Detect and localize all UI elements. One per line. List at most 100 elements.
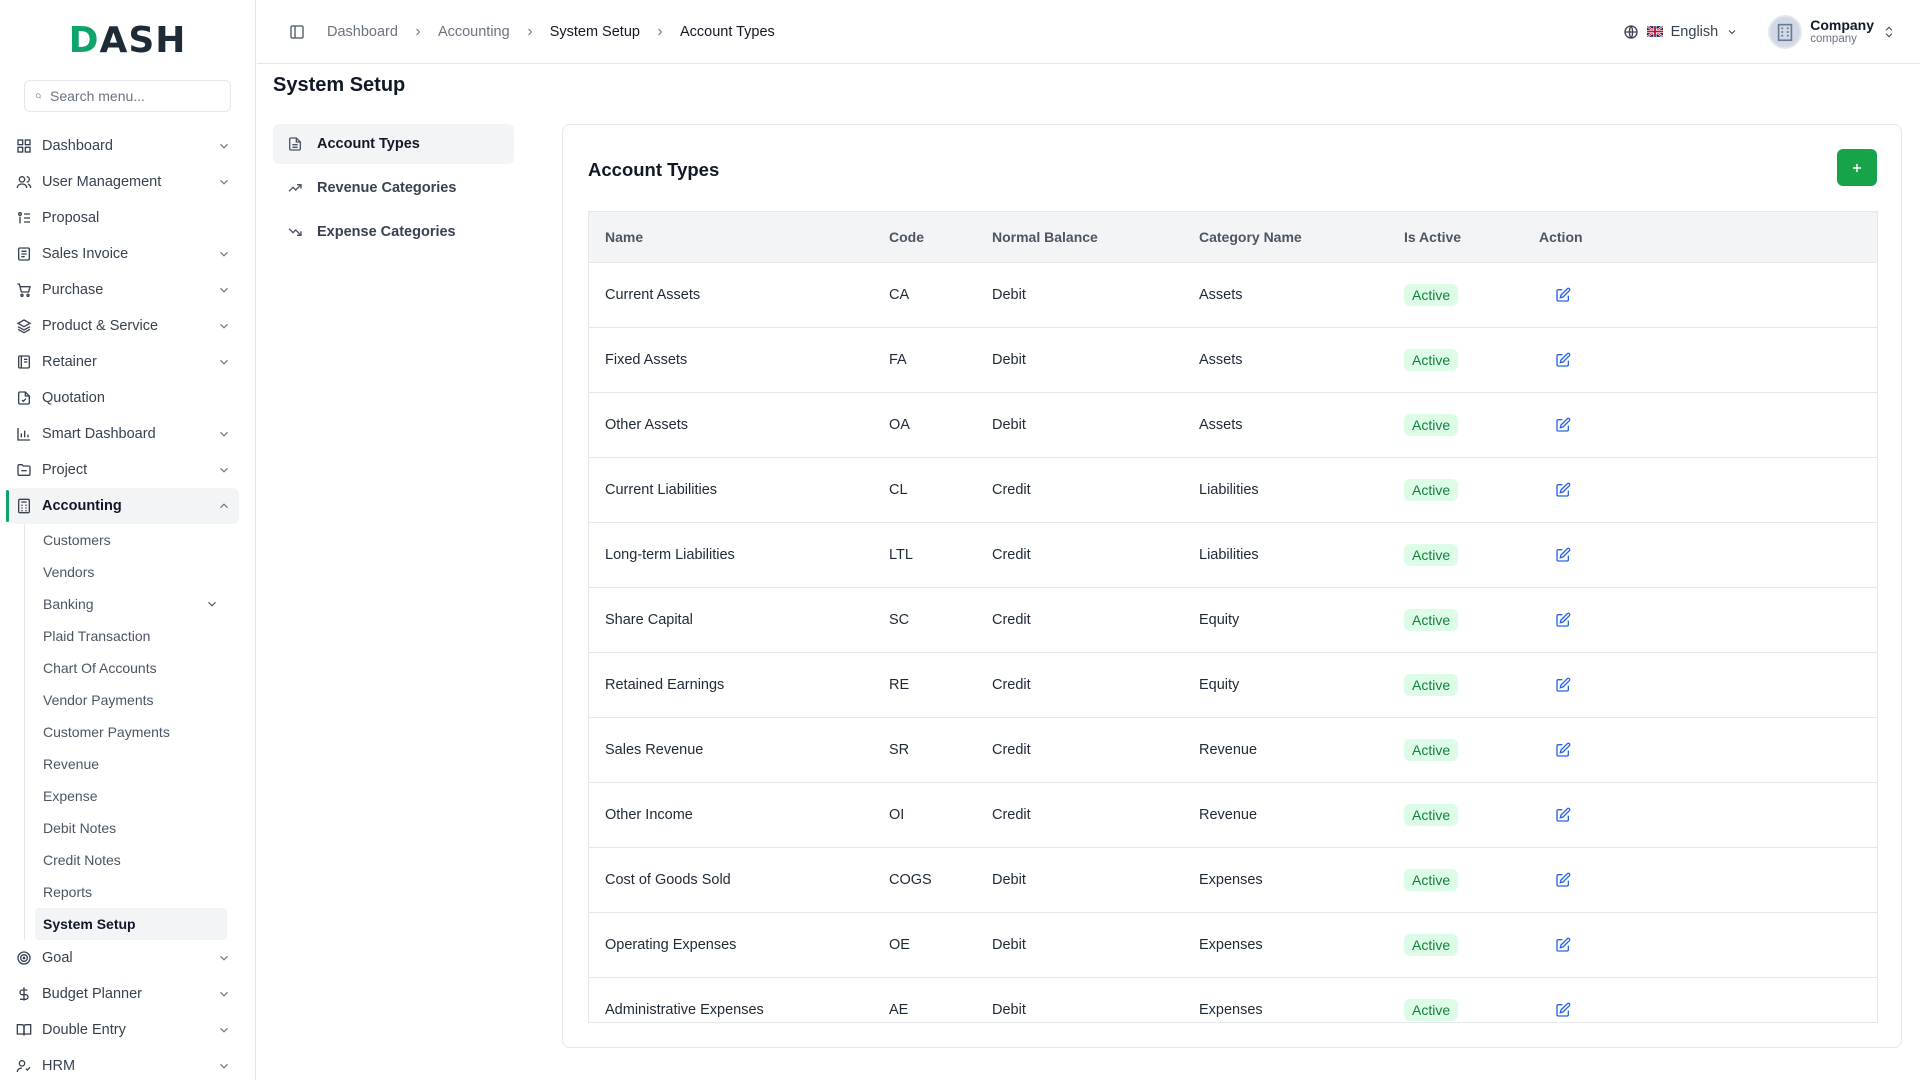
status-badge: Active — [1404, 478, 1459, 501]
breadcrumb-accounting[interactable]: Accounting — [438, 24, 510, 40]
sidebar-item-product-service[interactable]: Product & Service — [8, 308, 239, 344]
edit-icon[interactable] — [1555, 482, 1571, 498]
table-header-row: Name Code Normal Balance Category Name I… — [589, 212, 1877, 263]
table-row: Sales Revenue SR Credit Revenue Active — [589, 717, 1877, 783]
add-account-type-button[interactable] — [1837, 149, 1877, 186]
setup-item-expense-categories[interactable]: Expense Categories — [273, 212, 514, 252]
sidebar-item-label: Accounting — [42, 498, 122, 514]
sidebar-item-accounting[interactable]: Accounting — [6, 488, 239, 524]
breadcrumb-system-setup[interactable]: System Setup — [550, 24, 640, 40]
submenu-item-expense[interactable]: Expense — [35, 780, 227, 812]
table-row: Retained Earnings RE Credit Equity Activ… — [589, 652, 1877, 718]
submenu-item-vendors[interactable]: Vendors — [35, 556, 227, 588]
sidebar-item-user-management[interactable]: User Management — [8, 164, 239, 200]
chevron-down-icon — [220, 431, 228, 437]
submenu-item-vendor-payments[interactable]: Vendor Payments — [35, 684, 227, 716]
edit-icon[interactable] — [1555, 937, 1571, 953]
edit-icon[interactable] — [1555, 417, 1571, 433]
chevron-down-icon — [220, 287, 228, 293]
submenu-item-chart-of-accounts[interactable]: Chart Of Accounts — [35, 652, 227, 684]
edit-icon[interactable] — [1555, 612, 1571, 628]
edit-icon[interactable] — [1555, 742, 1571, 758]
chevron-down-icon — [220, 467, 228, 473]
column-header-code[interactable]: Code — [873, 212, 976, 263]
logo[interactable]: DASH — [0, 0, 255, 80]
accounting-submenu: Customers Vendors Banking Plaid Transact… — [24, 524, 239, 940]
company-role: company — [1810, 32, 1857, 45]
sidebar-item-purchase[interactable]: Purchase — [8, 272, 239, 308]
edit-icon[interactable] — [1555, 547, 1571, 563]
setup-item-account-types[interactable]: Account Types — [273, 124, 514, 164]
table-row: Long-term Liabilities LTL Credit Liabili… — [589, 522, 1877, 588]
sidebar-item-label: Sales Invoice — [42, 246, 129, 262]
sidebar-item-budget-planner[interactable]: Budget Planner — [8, 976, 239, 1012]
language-selector[interactable]: English — [1623, 24, 1739, 40]
cell-category-name: Assets — [1183, 262, 1388, 328]
cell-normal-balance: Credit — [976, 782, 1183, 848]
sidebar-toggle-button[interactable] — [281, 16, 313, 48]
submenu-item-label: Revenue — [43, 756, 100, 772]
sidebar-item-retainer[interactable]: Retainer — [8, 344, 239, 380]
table-row: Current Assets CA Debit Assets Active — [589, 262, 1877, 328]
search-input[interactable] — [50, 88, 220, 104]
sidebar-item-hrm[interactable]: HRM — [8, 1048, 239, 1080]
cell-normal-balance: Debit — [976, 327, 1183, 393]
cell-category-name: Expenses — [1183, 847, 1388, 913]
edit-icon[interactable] — [1555, 1002, 1571, 1018]
grid-icon — [17, 139, 31, 153]
edit-icon[interactable] — [1555, 287, 1571, 303]
cell-code: FA — [873, 327, 976, 393]
submenu-item-label: Credit Notes — [43, 852, 121, 868]
submenu-item-debit-notes[interactable]: Debit Notes — [35, 812, 227, 844]
edit-icon[interactable] — [1555, 872, 1571, 888]
column-header-is-active[interactable]: Is Active — [1388, 212, 1523, 263]
column-header-normal-balance[interactable]: Normal Balance — [976, 212, 1183, 263]
sidebar-item-smart-dashboard[interactable]: Smart Dashboard — [8, 416, 239, 452]
cell-name: Sales Revenue — [589, 717, 873, 783]
chevron-down-icon — [220, 1063, 228, 1069]
submenu-item-customers[interactable]: Customers — [35, 524, 227, 556]
sidebar-item-quotation[interactable]: Quotation — [8, 380, 239, 416]
submenu-item-customer-payments[interactable]: Customer Payments — [35, 716, 227, 748]
sidebar-item-label: Purchase — [42, 282, 104, 298]
column-header-category-name[interactable]: Category Name — [1183, 212, 1388, 263]
sidebar-item-sales-invoice[interactable]: Sales Invoice — [8, 236, 239, 272]
sidebar-item-dashboard[interactable]: Dashboard — [8, 128, 239, 164]
account-type-code: COGS — [889, 871, 932, 888]
submenu-item-revenue[interactable]: Revenue — [35, 748, 227, 780]
sidebar-item-project[interactable]: Project — [8, 452, 239, 488]
submenu-item-plaid-transaction[interactable]: Plaid Transaction — [35, 620, 227, 652]
column-header-name[interactable]: Name — [589, 212, 873, 263]
breadcrumb-dashboard[interactable]: Dashboard — [327, 24, 398, 40]
account-type-name: Long-term Liabilities — [605, 546, 735, 563]
folder-icon — [17, 464, 31, 476]
sidebar-item-label: Smart Dashboard — [42, 426, 156, 442]
submenu-item-reports[interactable]: Reports — [35, 876, 227, 908]
chevron-down-icon — [220, 359, 228, 365]
cell-normal-balance: Credit — [976, 522, 1183, 588]
cell-category-name: Expenses — [1183, 977, 1388, 1022]
cell-normal-balance: Debit — [976, 977, 1183, 1022]
sidebar-item-label: Product & Service — [42, 318, 159, 334]
submenu-item-credit-notes[interactable]: Credit Notes — [35, 844, 227, 876]
account-type-name: Sales Revenue — [605, 741, 704, 758]
breadcrumb-current: Account Types — [679, 23, 775, 40]
sidebar-item-double-entry[interactable]: Double Entry — [8, 1012, 239, 1048]
sidebar-item-proposal[interactable]: Proposal — [8, 200, 239, 236]
account-types-table: Name Code Normal Balance Category Name I… — [589, 212, 1877, 1022]
dollar-icon — [19, 987, 29, 1001]
edit-icon[interactable] — [1555, 807, 1571, 823]
company-switcher[interactable]: Company company — [1768, 14, 1896, 49]
edit-icon[interactable] — [1555, 352, 1571, 368]
submenu-item-system-setup[interactable]: System Setup — [35, 908, 227, 940]
submenu-item-banking[interactable]: Banking — [35, 588, 227, 620]
layers-icon — [16, 319, 32, 334]
cell-normal-balance: Credit — [976, 717, 1183, 783]
cell-name: Retained Earnings — [589, 652, 873, 718]
chevron-down-icon — [220, 251, 228, 257]
search-box[interactable] — [24, 80, 231, 112]
edit-icon[interactable] — [1555, 677, 1571, 693]
account-type-code: LTL — [889, 546, 913, 563]
sidebar-item-goal[interactable]: Goal — [8, 940, 239, 976]
setup-item-revenue-categories[interactable]: Revenue Categories — [273, 168, 514, 208]
